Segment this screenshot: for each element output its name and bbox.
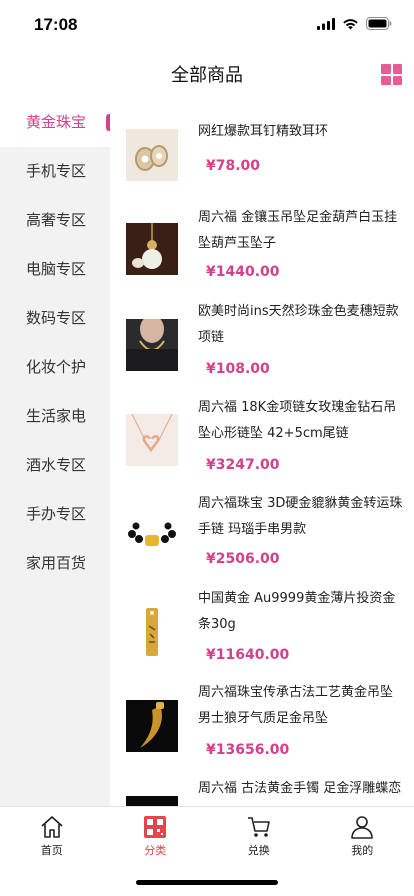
product-thumbnail (126, 414, 178, 466)
product-thumbnail (126, 129, 178, 181)
tab-bar: 首页 分类 兑换 我的 (0, 806, 414, 862)
product-item[interactable]: 欧美时尚ins天然珍珠金色麦穗短款项链 ¥108.00 (110, 301, 414, 397)
nav-bar: 全部商品 (0, 50, 414, 98)
product-title: 中国黄金 Au9999黄金薄片投资金条30g (198, 591, 396, 632)
home-icon (41, 816, 63, 838)
product-price: ¥3247.00 (206, 457, 280, 473)
tab-exchange[interactable]: 兑换 (207, 807, 311, 862)
sidebar-item-computers[interactable]: 电脑专区 (0, 245, 110, 294)
category-icon (144, 816, 167, 838)
user-icon (351, 816, 374, 839)
product-price: ¥2506.00 (206, 551, 280, 567)
sidebar-item-figures[interactable]: 手办专区 (0, 490, 110, 539)
sidebar-item-luxury[interactable]: 高奢专区 (0, 196, 110, 245)
product-title: 周六福 金镶玉吊坠足金葫芦白玉挂坠葫芦玉坠子 (198, 210, 398, 251)
product-title: 周六福 18K金项链女玫瑰金钻石吊坠心形链坠 42+5cm尾链 (198, 400, 397, 441)
sidebar-item-household[interactable]: 家用百货 (0, 539, 110, 588)
product-item[interactable]: 周六福 18K金项链女玫瑰金钻石吊坠心形链坠 42+5cm尾链 ¥3247.00 (110, 397, 414, 493)
product-item[interactable]: 周六福珠宝传承古法工艺黄金吊坠男士狼牙气质足金吊坠 ¥13656.00 (110, 682, 414, 778)
status-icons (317, 17, 392, 30)
category-sidebar: 黄金珠宝 手机专区 高奢专区 电脑专区 数码专区 化妆个护 生活家电 酒水专区 … (0, 98, 110, 806)
product-price: ¥108.00 (206, 361, 270, 377)
product-title: 周六福 古法黄金手镯 足金浮雕蝶恋 (198, 781, 402, 796)
page-title: 全部商品 (171, 65, 243, 86)
sidebar-item-phones[interactable]: 手机专区 (0, 147, 110, 196)
product-thumbnail (126, 606, 178, 658)
product-title: 周六福珠宝 3D硬金貔貅黄金转运珠手链 玛瑙手串男款 (198, 496, 403, 537)
status-bar: 17:08 (0, 0, 414, 50)
product-item[interactable]: 周六福珠宝 3D硬金貔貅黄金转运珠手链 玛瑙手串男款 ¥2506.00 (110, 493, 414, 589)
status-time: 17:08 (34, 15, 78, 34)
product-item[interactable]: 网红爆款耳钉精致耳环 ¥78.00 (110, 121, 414, 217)
sidebar-item-digital[interactable]: 数码专区 (0, 294, 110, 343)
wifi-icon (343, 18, 358, 29)
tab-category[interactable]: 分类 (104, 807, 208, 862)
sidebar-item-appliances[interactable]: 生活家电 (0, 392, 110, 441)
battery-icon (366, 17, 392, 30)
product-thumbnail (126, 510, 178, 562)
cart-icon (247, 817, 270, 837)
sidebar-item-drinks[interactable]: 酒水专区 (0, 441, 110, 490)
product-thumbnail (126, 796, 178, 806)
tab-label: 首页 (40, 844, 63, 857)
product-item[interactable]: 周六福 古法黄金手镯 足金浮雕蝶恋 (110, 778, 414, 806)
product-thumbnail (126, 319, 178, 371)
tab-label: 兑换 (247, 844, 270, 857)
product-thumbnail (126, 700, 178, 752)
product-title: 网红爆款耳钉精致耳环 (198, 124, 329, 139)
product-price: ¥11640.00 (206, 647, 290, 663)
grid-icon[interactable] (381, 64, 402, 85)
home-indicator (136, 880, 278, 885)
tab-label: 分类 (144, 844, 167, 857)
product-title: 周六福珠宝传承古法工艺黄金吊坠男士狼牙气质足金吊坠 (198, 685, 394, 726)
sidebar-item-jewelry[interactable]: 黄金珠宝 (0, 98, 110, 147)
sidebar-item-cosmetics[interactable]: 化妆个护 (0, 343, 110, 392)
tab-home[interactable]: 首页 (0, 807, 104, 862)
product-item[interactable]: 周六福 金镶玉吊坠足金葫芦白玉挂坠葫芦玉坠子 ¥1440.00 (110, 206, 414, 302)
product-price: ¥13656.00 (206, 742, 290, 758)
tab-label: 我的 (351, 844, 374, 857)
product-title: 欧美时尚ins天然珍珠金色麦穗短款项链 (198, 304, 399, 345)
tab-profile[interactable]: 我的 (311, 807, 414, 862)
product-item[interactable]: 中国黄金 Au9999黄金薄片投资金条30g ¥11640.00 (110, 588, 414, 684)
product-thumbnail (126, 223, 178, 275)
product-price: ¥78.00 (206, 158, 261, 174)
product-list: 网红爆款耳钉精致耳环 ¥78.00 周六福 金镶玉吊坠足金葫芦白玉挂坠葫芦玉坠子… (110, 98, 414, 806)
product-price: ¥1440.00 (206, 264, 280, 280)
signal-icon (317, 17, 335, 30)
